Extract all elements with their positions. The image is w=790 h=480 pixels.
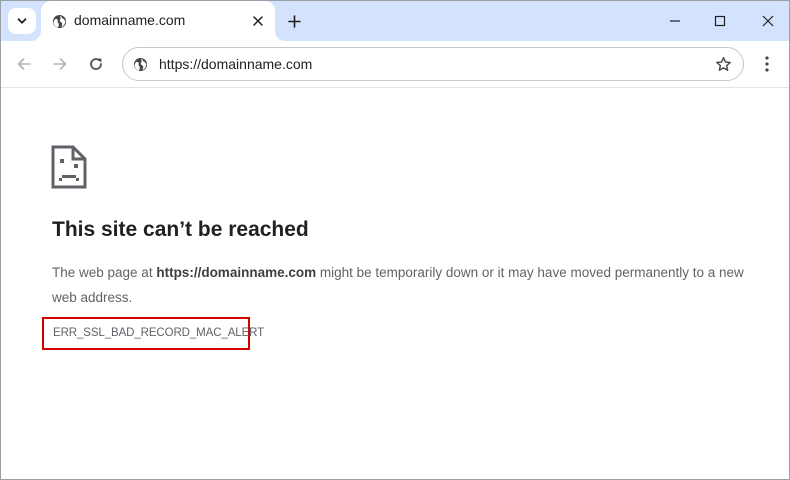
- close-icon: [762, 15, 774, 27]
- active-tab[interactable]: domainname.com: [41, 1, 275, 41]
- chevron-down-icon: [17, 18, 27, 24]
- toolbar: https://domainname.com: [1, 41, 789, 88]
- reload-icon: [90, 58, 102, 70]
- description-url: https://domainname.com: [156, 265, 317, 280]
- reload-button[interactable]: [82, 50, 110, 78]
- globe-icon: [51, 13, 67, 29]
- sad-document-icon: [51, 145, 87, 189]
- address-bar[interactable]: https://domainname.com: [122, 47, 744, 81]
- bookmark-button[interactable]: [713, 54, 733, 74]
- window-close-button[interactable]: [754, 7, 782, 35]
- minimize-icon: [670, 20, 680, 22]
- tab-close-button[interactable]: [249, 12, 267, 30]
- error-heading: This site can’t be reached: [52, 218, 309, 241]
- error-description: The web page at https://domainname.com m…: [52, 260, 752, 310]
- back-button[interactable]: [10, 50, 38, 78]
- browser-window: domainname.com https://domainname.com Th…: [0, 0, 790, 480]
- error-code: ERR_SSL_BAD_RECORD_MAC_ALERT: [53, 327, 265, 339]
- maximize-icon: [714, 15, 726, 27]
- globe-icon: [133, 57, 147, 71]
- maximize-button[interactable]: [706, 7, 734, 35]
- browser-menu-button[interactable]: [757, 50, 777, 78]
- error-page: This site can’t be reached The web page …: [1, 88, 789, 479]
- close-icon: [253, 16, 263, 26]
- kebab-menu-icon: [765, 56, 769, 72]
- arrow-right-icon: [53, 58, 67, 70]
- new-tab-button[interactable]: [283, 10, 305, 32]
- error-code-highlight-box: ERR_SSL_BAD_RECORD_MAC_ALERT: [42, 317, 264, 350]
- url-text[interactable]: https://domainname.com: [159, 56, 312, 72]
- star-icon: [715, 56, 731, 71]
- minimize-button[interactable]: [661, 7, 689, 35]
- site-info-button[interactable]: [131, 55, 149, 73]
- description-prefix: The web page at: [52, 265, 157, 280]
- tab-title: domainname.com: [74, 12, 186, 28]
- arrow-left-icon: [17, 58, 31, 70]
- forward-button[interactable]: [46, 50, 74, 78]
- plus-icon: [287, 14, 301, 28]
- tab-strip: domainname.com: [1, 1, 789, 41]
